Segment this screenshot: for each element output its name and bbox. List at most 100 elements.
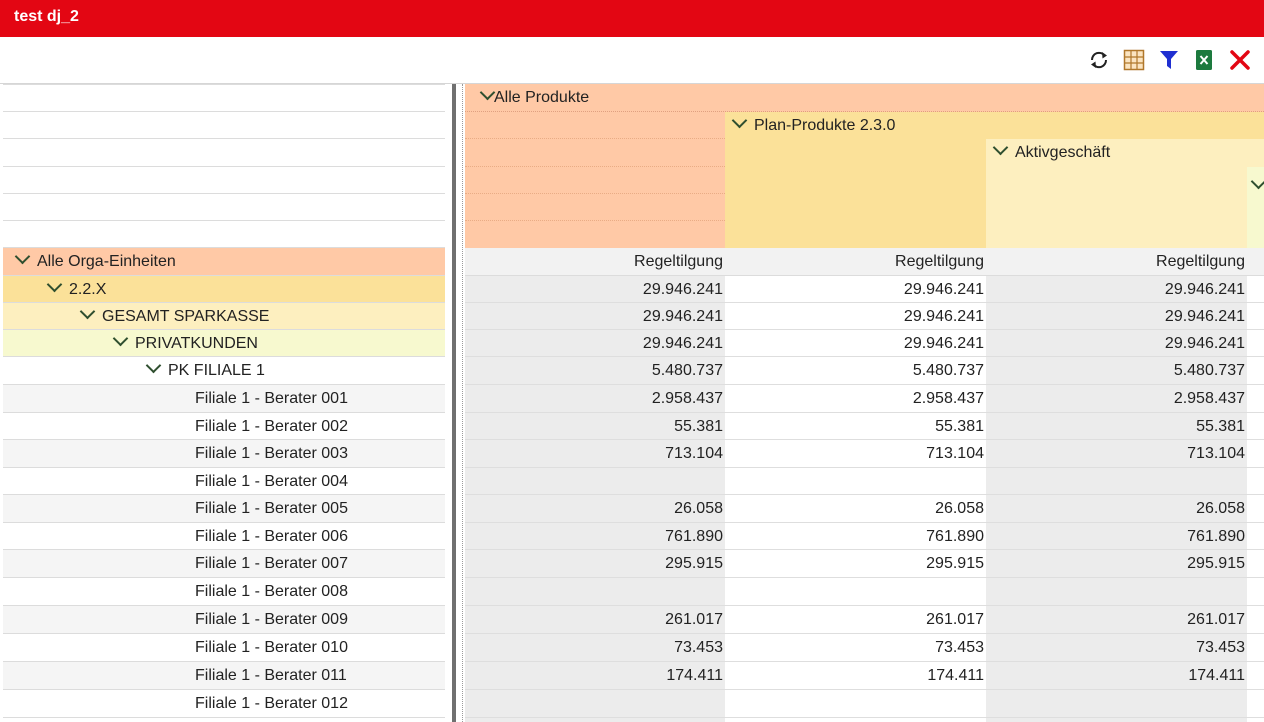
- data-cell-partial[interactable]: [1247, 440, 1264, 468]
- data-cell[interactable]: 5.480.737: [986, 357, 1247, 385]
- data-cell[interactable]: [725, 578, 986, 606]
- data-cell-partial[interactable]: [1247, 550, 1264, 578]
- excel-export-button[interactable]: [1191, 47, 1217, 73]
- data-cell[interactable]: 261.017: [465, 606, 725, 634]
- data-cell[interactable]: 55.381: [986, 413, 1247, 440]
- pane-splitter[interactable]: [452, 84, 456, 722]
- data-cell-partial[interactable]: [1247, 276, 1264, 303]
- data-cell[interactable]: 713.104: [725, 440, 986, 468]
- data-cell[interactable]: [986, 468, 1247, 495]
- tree-leaf-row[interactable]: Filiale 1 - Berater 008: [3, 578, 445, 606]
- filter-button[interactable]: [1156, 47, 1182, 73]
- data-cell[interactable]: 761.890: [725, 523, 986, 550]
- chevron-down-icon[interactable]: [46, 276, 63, 293]
- data-cell[interactable]: 261.017: [986, 606, 1247, 634]
- data-cell[interactable]: 761.890: [986, 523, 1247, 550]
- data-cell[interactable]: 713.104: [465, 440, 725, 468]
- measure-header[interactable]: Regeltilgung: [986, 248, 1247, 276]
- data-cell[interactable]: 261.017: [725, 606, 986, 634]
- tree-leaf-row[interactable]: Filiale 1 - Berater 010: [3, 634, 445, 662]
- data-cell[interactable]: 29.946.241: [725, 303, 986, 330]
- data-cell-partial[interactable]: [1247, 718, 1264, 722]
- tree-leaf-row[interactable]: Filiale 1 - Berater 007: [3, 550, 445, 578]
- data-cell[interactable]: 55.381: [465, 413, 725, 440]
- chevron-down-icon[interactable]: [14, 248, 31, 265]
- tree-leaf-row[interactable]: Filiale 1 - Berater 002: [3, 413, 445, 440]
- data-cell-partial[interactable]: [1247, 468, 1264, 495]
- data-cell-partial[interactable]: [1247, 385, 1264, 413]
- data-cell[interactable]: [465, 468, 725, 495]
- data-cell[interactable]: 29.946.241: [465, 276, 725, 303]
- chevron-down-icon[interactable]: [1250, 173, 1264, 190]
- data-cell[interactable]: 5.480.737: [465, 357, 725, 385]
- chevron-down-icon[interactable]: [112, 330, 129, 347]
- data-cell-partial[interactable]: [1247, 690, 1264, 718]
- data-cell[interactable]: 2.958.437: [986, 385, 1247, 413]
- tree-leaf-row[interactable]: Filiale 1 - Berater 009: [3, 606, 445, 634]
- data-cell-partial[interactable]: [1247, 662, 1264, 690]
- data-cell[interactable]: 713.104: [986, 440, 1247, 468]
- data-cell[interactable]: 26.058: [986, 495, 1247, 523]
- data-cell[interactable]: 73.453: [725, 634, 986, 662]
- data-cell[interactable]: 29.946.241: [986, 303, 1247, 330]
- data-cell[interactable]: [986, 690, 1247, 718]
- data-cell[interactable]: 761.890: [465, 523, 725, 550]
- measure-header[interactable]: Regeltilgung: [465, 248, 725, 276]
- data-cell-partial[interactable]: [1247, 303, 1264, 330]
- measure-header[interactable]: Regeltilgung: [725, 248, 986, 276]
- data-cell[interactable]: 2.958.437: [725, 385, 986, 413]
- data-cell[interactable]: 174.411: [986, 662, 1247, 690]
- data-cell[interactable]: 295.915: [725, 550, 986, 578]
- data-cell[interactable]: 29.946.241: [986, 276, 1247, 303]
- data-cell-partial[interactable]: [1247, 634, 1264, 662]
- data-cell[interactable]: [725, 468, 986, 495]
- data-cell[interactable]: [986, 578, 1247, 606]
- data-cell[interactable]: 26.058: [725, 495, 986, 523]
- tree-leaf-row[interactable]: Filiale 1 - Berater 003: [3, 440, 445, 468]
- data-cell[interactable]: 73.453: [465, 634, 725, 662]
- data-cell[interactable]: 518.225: [725, 718, 986, 722]
- chevron-down-icon[interactable]: [731, 112, 748, 129]
- tree-leaf-row[interactable]: Filiale 1 - Berater 001: [3, 385, 445, 413]
- data-cell[interactable]: 518.225: [986, 718, 1247, 722]
- data-cell[interactable]: 29.946.241: [465, 303, 725, 330]
- chevron-down-icon[interactable]: [479, 84, 496, 101]
- data-cell[interactable]: [725, 690, 986, 718]
- close-button[interactable]: [1227, 47, 1253, 73]
- data-cell[interactable]: 295.915: [986, 550, 1247, 578]
- column-group-header-l3[interactable]: Aktivgeschäft: [986, 139, 1264, 167]
- data-cell-partial[interactable]: [1247, 578, 1264, 606]
- data-cell-partial[interactable]: [1247, 606, 1264, 634]
- tree-node-row[interactable]: PK FILIALE 1: [3, 357, 445, 385]
- data-cell[interactable]: 29.946.241: [725, 276, 986, 303]
- tree-leaf-row[interactable]: Filiale 1 - Berater 012: [3, 690, 445, 718]
- refresh-button[interactable]: [1086, 47, 1112, 73]
- tree-leaf-row[interactable]: Filiale 1 - Berater 004: [3, 468, 445, 495]
- data-cell[interactable]: 29.946.241: [465, 330, 725, 357]
- tree-node-row[interactable]: GESAMT SPARKASSE: [3, 303, 445, 330]
- tree-leaf-row[interactable]: Filiale 1 - Berater 006: [3, 523, 445, 550]
- column-group-header-l2[interactable]: Plan-Produkte 2.3.0: [725, 112, 1264, 139]
- data-cell[interactable]: 174.411: [725, 662, 986, 690]
- data-cell[interactable]: [465, 690, 725, 718]
- data-cell-partial[interactable]: [1247, 495, 1264, 523]
- data-cell-partial[interactable]: [1247, 523, 1264, 550]
- data-cell[interactable]: 5.480.737: [725, 357, 986, 385]
- data-cell[interactable]: 29.946.241: [725, 330, 986, 357]
- data-cell-partial[interactable]: [1247, 357, 1264, 385]
- chevron-down-icon[interactable]: [992, 139, 1009, 156]
- tree-leaf-row[interactable]: Filiale 1 - Berater 005: [3, 495, 445, 523]
- data-cell[interactable]: [465, 578, 725, 606]
- data-cell[interactable]: 73.453: [986, 634, 1247, 662]
- data-cell[interactable]: 518.225: [465, 718, 725, 722]
- data-cell[interactable]: 295.915: [465, 550, 725, 578]
- column-group-header-l1[interactable]: Alle Produkte: [465, 84, 1264, 112]
- data-cell[interactable]: 2.958.437: [465, 385, 725, 413]
- data-cell[interactable]: 55.381: [725, 413, 986, 440]
- data-cell-partial[interactable]: [1247, 413, 1264, 440]
- data-cell-partial[interactable]: [1247, 330, 1264, 357]
- tree-node-row[interactable]: PRIVATKUNDEN: [3, 330, 445, 357]
- tree-node-row[interactable]: Alle Orga-Einheiten: [3, 248, 445, 276]
- data-cell[interactable]: 29.946.241: [986, 330, 1247, 357]
- tree-leaf-row[interactable]: Filiale 1 - Berater 011: [3, 662, 445, 690]
